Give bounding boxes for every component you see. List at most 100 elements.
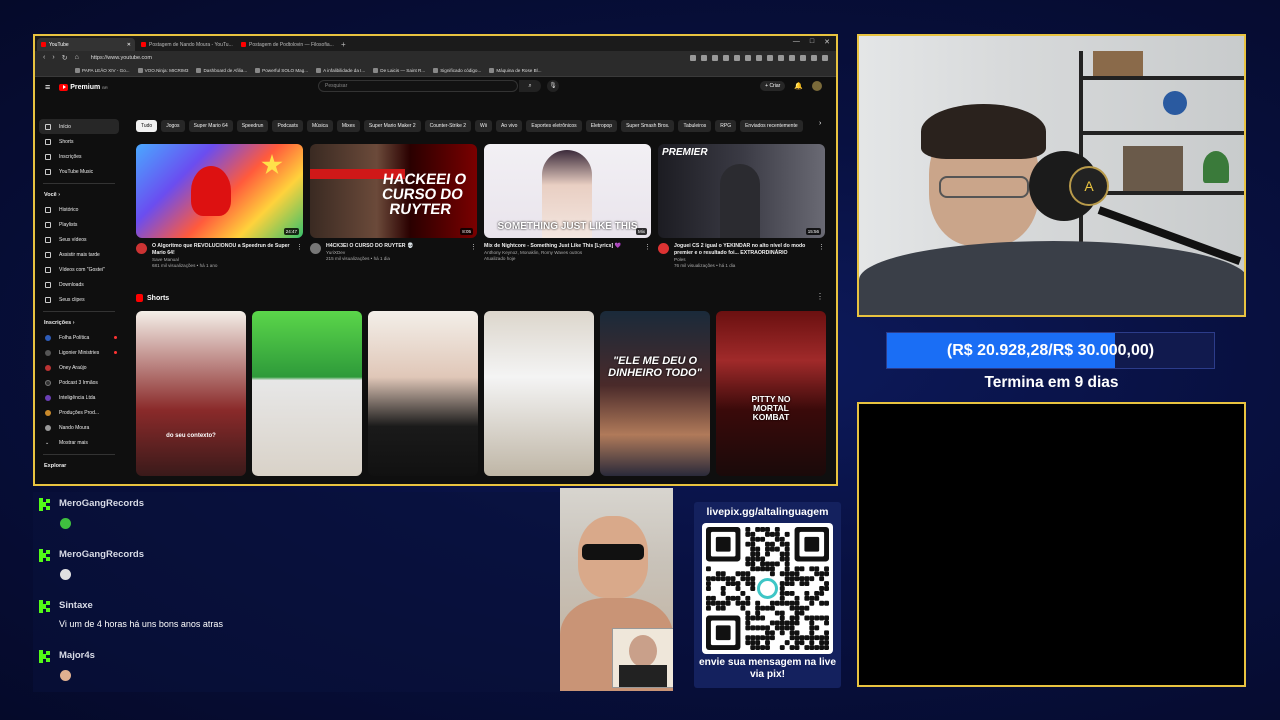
chip[interactable]: Super Smash Bros.	[621, 120, 675, 132]
chip[interactable]: Esportes eletrônicos	[526, 120, 582, 132]
channel-avatar[interactable]	[310, 243, 321, 254]
short-card[interactable]	[252, 311, 362, 476]
extension-icon[interactable]	[701, 55, 707, 61]
sidebar-channel[interactable]: Produções Prod...	[35, 405, 123, 420]
reload-icon[interactable]: ↻	[62, 54, 68, 62]
more-options-icon[interactable]: ⋮	[470, 243, 477, 263]
chip[interactable]: Mixes	[336, 120, 360, 132]
voice-search-button[interactable]: 🎙	[547, 80, 559, 92]
sidebar-show-more[interactable]: ⌄ Mostrar mais	[35, 435, 123, 450]
video-title[interactable]: H4CK3EI O CURSO DO RUYTER 💀	[326, 243, 413, 250]
video-thumbnail[interactable]: 24:47	[136, 144, 303, 238]
forward-icon[interactable]: ›	[52, 54, 54, 62]
chat-username[interactable]: Sintaxe	[59, 600, 93, 611]
extension-icon[interactable]	[800, 55, 806, 61]
chip[interactable]: Speedrun	[236, 120, 269, 132]
sidebar-channel[interactable]: Nando Moura	[35, 420, 123, 435]
sidebar-channel[interactable]: Oney Araújo	[35, 360, 123, 375]
chip[interactable]: Counter-Strike 2	[424, 120, 472, 132]
home-icon[interactable]: ⌂	[75, 54, 79, 62]
sidebar-section-inscricoes[interactable]: Inscrições ›	[35, 316, 123, 330]
chip[interactable]: Tabuleiros	[678, 120, 712, 132]
video-title[interactable]: Mix de Nightcore - Something Just Like T…	[484, 243, 621, 250]
extension-icon[interactable]	[811, 55, 817, 61]
sidebar-item-playlists[interactable]: Playlists	[35, 217, 123, 232]
search-input[interactable]: Pesquisar	[318, 80, 518, 92]
youtube-logo[interactable]: Premium BR	[59, 83, 108, 91]
search-button[interactable]: ⌕	[519, 80, 541, 92]
sidebar-item-seus-videos[interactable]: Seus vídeos	[35, 232, 123, 247]
bookmark[interactable]: Máquina de Rose Bl...	[489, 68, 542, 73]
qr-code[interactable]	[702, 523, 833, 654]
new-tab-button[interactable]: +	[341, 38, 346, 51]
sidebar-section-voce[interactable]: Você ›	[35, 188, 123, 202]
back-icon[interactable]: ‹	[43, 54, 45, 62]
chip[interactable]: Super Mario 64	[188, 120, 233, 132]
extension-icon[interactable]	[789, 55, 795, 61]
extension-icon[interactable]	[778, 55, 784, 61]
notifications-icon[interactable]: 🔔	[794, 82, 803, 90]
chip[interactable]: Eletropop	[585, 120, 618, 132]
chip[interactable]: Tudo	[136, 120, 158, 132]
video-card[interactable]: 24:47 O Algoritmo que REVOLUCIONOU a Spe…	[136, 144, 303, 270]
short-card[interactable]: PITTY NO MORTAL KOMBAT	[716, 311, 826, 476]
chip[interactable]: Enviados recentemente	[740, 120, 803, 132]
chip[interactable]: Jogos	[161, 120, 185, 132]
minimize-icon[interactable]: —	[793, 38, 800, 46]
more-options-icon[interactable]: ⋮	[644, 243, 651, 263]
extension-icon[interactable]	[734, 55, 740, 61]
browser-tab-3[interactable]: Postagem de Podtolovin — Filosofia...✕	[237, 38, 335, 51]
video-thumbnail[interactable]: SOMETHING JUST LIKE THIS Mix	[484, 144, 651, 238]
bookmark[interactable]: De Laicis — Saint R...	[373, 68, 425, 73]
sidebar-channel[interactable]: Podcast 3 Irmãos	[35, 375, 123, 390]
sidebar-channel[interactable]: Ligonier Ministries	[35, 345, 123, 360]
video-thumbnail[interactable]: PREMIER 15:56	[658, 144, 825, 238]
sidebar-item-inscricoes[interactable]: Inscrições	[35, 149, 123, 164]
channel-avatar[interactable]	[136, 243, 147, 254]
url-field[interactable]: https://www.youtube.com	[91, 55, 152, 61]
extension-icon[interactable]	[756, 55, 762, 61]
extension-icon[interactable]	[690, 55, 696, 61]
sidebar-channel[interactable]: Inteligência Ltda	[35, 390, 123, 405]
more-options-icon[interactable]: ⋮	[816, 292, 824, 301]
bookmark[interactable]: Powerful SOLO Mag...	[255, 68, 308, 73]
extension-icon[interactable]	[723, 55, 729, 61]
livepix-url[interactable]: livepix.gg/altalinguagem	[694, 506, 841, 518]
browser-tab-2[interactable]: Postagem de Nando Moura - YouTu...✕	[137, 38, 235, 51]
sidebar-item-watch-later[interactable]: Assistir mais tarde	[35, 247, 123, 262]
browser-tab-youtube[interactable]: YouTube ✕	[37, 38, 135, 51]
video-card[interactable]: PREMIER 15:56 Joguei CS 2 igual o YEKIND…	[658, 144, 825, 270]
close-window-icon[interactable]: ✕	[824, 38, 830, 46]
bookmark[interactable]: A infalibilidade da I...	[316, 68, 365, 73]
channel-avatar[interactable]	[658, 243, 669, 254]
extension-icon[interactable]	[745, 55, 751, 61]
bookmark[interactable]: PAPA LEÃO XIV - Go...	[75, 68, 130, 73]
sidebar-item-clips[interactable]: Seus clipes	[35, 292, 123, 307]
sidebar-channel[interactable]: Folha Política	[35, 330, 123, 345]
create-button[interactable]: + Criar	[760, 81, 786, 91]
chat-username[interactable]: MeroGangRecords	[59, 549, 144, 560]
chat-username[interactable]: MeroGangRecords	[59, 498, 144, 509]
sidebar-item-liked[interactable]: Vídeos com "Gostei"	[35, 262, 123, 277]
chip[interactable]: RPG	[715, 120, 737, 132]
sidebar-item-historico[interactable]: Histórico	[35, 202, 123, 217]
video-title[interactable]: Joguei CS 2 igual o YEKINDAR no alto nív…	[674, 243, 813, 257]
chip[interactable]: Podcasts	[272, 120, 304, 132]
sidebar-item-inicio[interactable]: Início	[39, 119, 119, 134]
more-options-icon[interactable]: ⋮	[296, 243, 303, 270]
short-card[interactable]: "ELE ME DEU O DINHEIRO TODO"	[600, 311, 710, 476]
menu-icon[interactable]: ≡	[45, 82, 50, 92]
short-card[interactable]	[484, 311, 594, 476]
sidebar-item-music[interactable]: YouTube Music	[35, 164, 123, 179]
sidebar-item-shorts[interactable]: Shorts	[35, 134, 123, 149]
short-card[interactable]: do seu contexto?	[136, 311, 246, 476]
bookmark[interactable]: VOO.Ninja: MICRIM3	[137, 68, 188, 73]
bookmark[interactable]: Dashboard de Afilia...	[196, 68, 247, 73]
sidebar-item-downloads[interactable]: Downloads	[35, 277, 123, 292]
chip[interactable]: Ao vivo	[495, 120, 523, 132]
chip[interactable]: Música	[307, 120, 333, 132]
chip[interactable]: Super Mario Maker 2	[363, 120, 421, 132]
bookmark[interactable]: Significado código...	[433, 68, 481, 73]
chip[interactable]: Wii	[475, 120, 492, 132]
more-options-icon[interactable]: ⋮	[818, 243, 825, 270]
